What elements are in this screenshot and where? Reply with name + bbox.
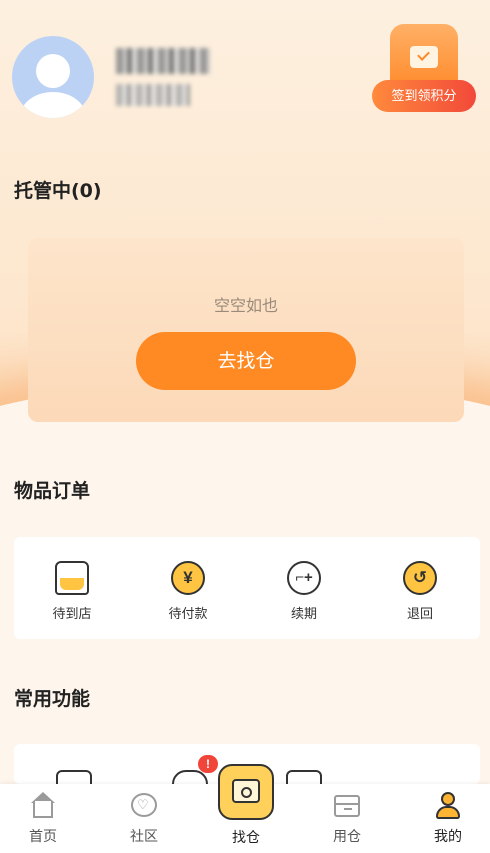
avatar-head bbox=[36, 54, 70, 88]
signin-reward-button[interactable]: 签到领积分 bbox=[372, 24, 476, 116]
tab-find-warehouse[interactable] bbox=[218, 764, 274, 820]
custody-card: 空空如也 去找仓 bbox=[28, 238, 464, 422]
tab-community[interactable]: ♡ 社区 bbox=[109, 790, 179, 846]
user-id-redacted bbox=[116, 84, 190, 106]
orders-panel: 待到店 ¥ 待付款 ⌐+ 续期 ↺ 退回 bbox=[14, 537, 480, 639]
community-icon: ♡ bbox=[130, 792, 158, 820]
card-icon[interactable] bbox=[56, 770, 92, 784]
notification-badge: ! bbox=[198, 755, 218, 773]
tab-home[interactable]: 首页 bbox=[8, 790, 78, 846]
order-item-return[interactable]: ↺ 退回 bbox=[380, 561, 460, 622]
find-warehouse-button[interactable]: 去找仓 bbox=[136, 332, 356, 390]
renew-icon: ⌐+ bbox=[287, 561, 321, 595]
order-item-label: 退回 bbox=[406, 607, 433, 622]
order-item-label: 待到店 bbox=[52, 607, 92, 622]
signin-label: 签到领积分 bbox=[372, 80, 476, 112]
empty-state-text: 空空如也 bbox=[213, 296, 278, 315]
functions-title-text: 常用功能 bbox=[14, 688, 91, 710]
order-item-renew[interactable]: ⌐+ 续期 bbox=[264, 561, 344, 622]
orders-title: 物品订单 bbox=[10, 476, 97, 503]
order-item-label: 续期 bbox=[290, 607, 317, 622]
user-name-redacted bbox=[116, 48, 210, 74]
tab-use-warehouse[interactable]: 用仓 bbox=[312, 790, 382, 846]
store-icon bbox=[55, 561, 89, 595]
tab-label: 找仓 bbox=[232, 830, 260, 846]
custody-title-text: 托管中(0) bbox=[14, 180, 102, 202]
tab-label: 社区 bbox=[130, 829, 158, 845]
avatar[interactable] bbox=[12, 36, 94, 118]
warehouse-icon[interactable] bbox=[286, 770, 322, 784]
profile-icon bbox=[434, 792, 462, 820]
order-item-pending-payment[interactable]: ¥ 待付款 bbox=[148, 561, 228, 622]
avatar-shoulders bbox=[20, 92, 86, 118]
tab-profile[interactable]: 我的 bbox=[413, 790, 483, 846]
custody-title: 托管中(0) bbox=[10, 176, 108, 203]
home-icon bbox=[29, 792, 57, 820]
orders-title-text: 物品订单 bbox=[14, 480, 91, 502]
yen-icon: ¥ bbox=[171, 561, 205, 595]
find-warehouse-icon bbox=[232, 779, 260, 803]
order-item-pending-arrival[interactable]: 待到店 bbox=[32, 561, 112, 622]
tab-label: 用仓 bbox=[333, 829, 361, 845]
functions-title: 常用功能 bbox=[10, 684, 97, 711]
return-icon: ↺ bbox=[403, 561, 437, 595]
check-mark-icon bbox=[410, 46, 438, 68]
use-warehouse-icon bbox=[333, 792, 361, 820]
order-item-label: 待付款 bbox=[168, 607, 208, 622]
tab-label: 我的 bbox=[434, 829, 462, 845]
tab-label: 首页 bbox=[29, 829, 57, 845]
